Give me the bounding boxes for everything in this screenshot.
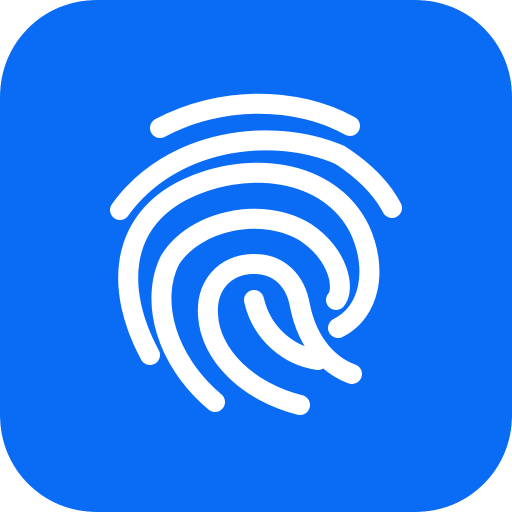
fingerprint-icon [0, 0, 512, 512]
app-icon-tile[interactable] [0, 0, 512, 512]
app-icon-canvas [0, 0, 512, 512]
